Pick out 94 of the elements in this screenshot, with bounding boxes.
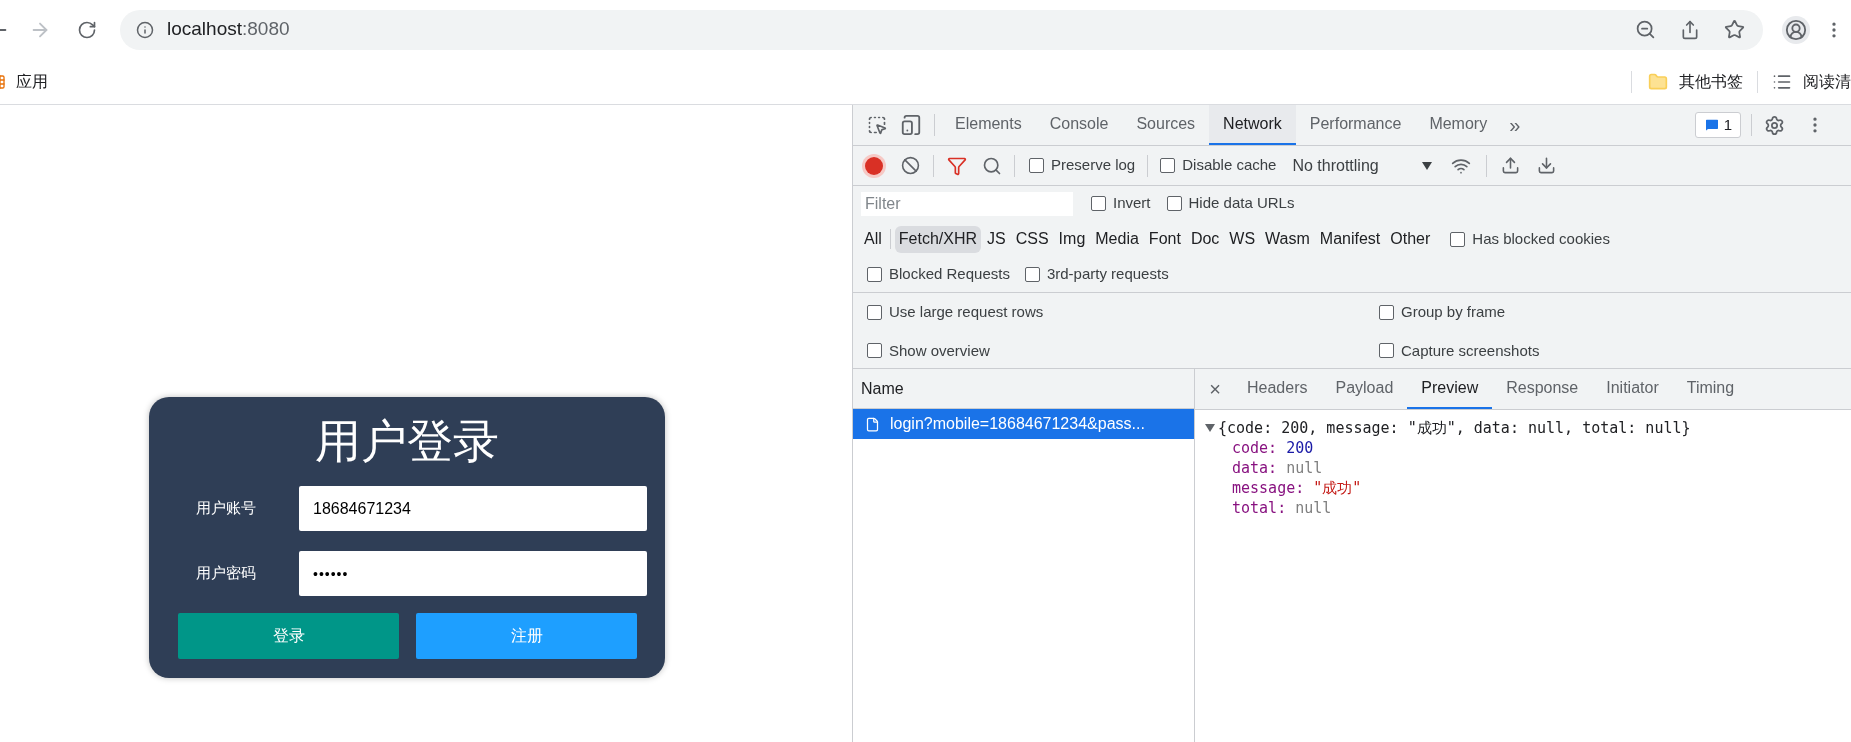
checkbox[interactable] <box>1450 231 1466 247</box>
checkbox[interactable] <box>1029 158 1044 173</box>
checkbox[interactable] <box>1379 304 1394 320</box>
property-key: data: <box>1232 459 1278 477</box>
type-filter-button[interactable]: Manifest <box>1315 225 1385 253</box>
property-key: code: <box>1232 439 1278 457</box>
checkbox[interactable] <box>1024 267 1040 282</box>
checkbox-label: Blocked Requests <box>889 264 1010 285</box>
property-value: null <box>1286 459 1323 477</box>
device-toolbar-icon[interactable] <box>900 114 922 136</box>
login-title: 用户登录 <box>314 414 500 469</box>
export-icon[interactable] <box>1537 156 1557 175</box>
type-filter-button[interactable]: WS <box>1225 225 1260 253</box>
checkbox-label: Invert <box>1113 193 1151 214</box>
reload-icon[interactable] <box>77 19 97 40</box>
column-header[interactable]: Name <box>853 369 1194 409</box>
type-filter-button[interactable]: Media <box>1091 225 1143 253</box>
detail-tab[interactable]: Timing <box>1672 369 1749 409</box>
type-filter-button[interactable]: All <box>860 225 886 253</box>
type-filter-button[interactable]: CSS <box>1011 225 1053 253</box>
type-filter-button[interactable]: Other <box>1386 225 1435 253</box>
type-filter-button[interactable]: Fetch/XHR <box>894 225 982 253</box>
request-row[interactable]: login?mobile=18684671234&pass... <box>853 409 1194 439</box>
dropdown-arrow-icon <box>1422 161 1433 170</box>
checkbox-label: Hide data URLs <box>1188 193 1295 214</box>
document-icon <box>865 415 880 433</box>
checkbox-label: Capture screenshots <box>1401 340 1540 361</box>
detail-tab[interactable]: Preview <box>1407 369 1493 409</box>
devtools-tab[interactable]: Performance <box>1295 105 1416 145</box>
more-tabs-button[interactable]: » <box>1509 110 1521 140</box>
field-label: 用户账号 <box>196 498 257 519</box>
message-icon <box>1703 117 1720 133</box>
bookmark-link[interactable]: 应用 <box>16 69 48 94</box>
property-value: null <box>1295 499 1332 517</box>
property-value: 200 <box>1286 439 1314 457</box>
devtools-tab[interactable]: Memory <box>1415 105 1502 145</box>
url-text: localhost:8080 <box>167 17 290 42</box>
checkbox-label: Has blocked cookies <box>1472 228 1610 249</box>
property-value: "成功" <box>1313 479 1362 497</box>
detail-tab[interactable]: Headers <box>1233 369 1322 409</box>
reading-list-link[interactable]: 阅读清 <box>1803 69 1851 94</box>
preview-summary: {code: 200, message: "成功", data: null, total: null} <box>1218 418 1691 438</box>
type-filter-button[interactable]: Img <box>1054 225 1090 253</box>
devtools-tab[interactable]: Network <box>1209 105 1296 145</box>
detail-tab[interactable]: Response <box>1492 369 1593 409</box>
type-filter-button[interactable]: Doc <box>1186 225 1224 253</box>
checkbox-label: Use large request rows <box>889 302 1044 322</box>
search-icon[interactable] <box>982 155 1002 176</box>
checkbox[interactable] <box>1166 196 1182 211</box>
checkbox-label: Group by frame <box>1401 302 1506 322</box>
zoom-out-icon[interactable] <box>1635 19 1656 40</box>
issues-badge[interactable]: 1 <box>1694 112 1741 138</box>
bookmark-star-icon[interactable] <box>1724 19 1745 40</box>
detail-tab[interactable]: Initiator <box>1592 369 1673 409</box>
checkbox[interactable] <box>1379 343 1394 359</box>
checkbox[interactable] <box>867 343 882 359</box>
property-key: message: <box>1232 479 1305 497</box>
checkbox[interactable] <box>1160 158 1176 173</box>
checkbox[interactable] <box>867 304 882 320</box>
checkbox-label: 3rd-party requests <box>1046 264 1169 285</box>
clear-icon[interactable] <box>901 156 920 175</box>
share-icon[interactable] <box>1680 19 1700 40</box>
password-field[interactable]: •••••• <box>299 551 647 596</box>
type-filter-button[interactable]: Wasm <box>1261 225 1314 253</box>
detail-tab[interactable]: Payload <box>1321 369 1408 409</box>
address-bar[interactable]: localhost:8080 <box>120 9 1763 50</box>
profile-icon <box>1785 18 1807 41</box>
filter-field[interactable]: Filter <box>861 191 1073 216</box>
checkbox-label: Disable cache <box>1182 155 1277 176</box>
checkbox-label: Show overview <box>889 340 990 361</box>
filter-icon[interactable] <box>947 155 967 176</box>
inspect-icon[interactable] <box>867 115 887 135</box>
property-key: total: <box>1232 499 1287 517</box>
info-icon[interactable] <box>136 20 154 39</box>
type-filter-button[interactable]: JS <box>983 225 1010 253</box>
devtools-tab[interactable]: Sources <box>1122 105 1210 145</box>
record-button[interactable] <box>865 156 883 175</box>
login-button[interactable]: 登录 <box>178 613 399 659</box>
account-field[interactable]: 18684671234 <box>299 486 647 531</box>
type-filter-button[interactable]: Font <box>1144 225 1185 253</box>
avatar[interactable] <box>1782 15 1810 44</box>
collapse-arrow-icon[interactable] <box>1205 424 1215 432</box>
checkbox[interactable] <box>1091 196 1106 211</box>
devtools-tab[interactable]: Console <box>1035 105 1123 145</box>
import-icon[interactable] <box>1501 156 1521 175</box>
settings-icon[interactable] <box>1764 114 1785 136</box>
checkbox-label: Preserve log <box>1051 155 1136 176</box>
throttling-dropdown[interactable]: No throttling <box>1292 153 1433 178</box>
bookmark-folder[interactable]: 其他书签 <box>1679 69 1743 94</box>
close-button[interactable]: × <box>1205 374 1225 404</box>
request-name: login?mobile=18684671234&pass... <box>890 414 1145 434</box>
devtools-tab[interactable]: Elements <box>941 105 1036 145</box>
field-label: 用户密码 <box>196 563 257 584</box>
checkbox[interactable] <box>867 267 882 282</box>
